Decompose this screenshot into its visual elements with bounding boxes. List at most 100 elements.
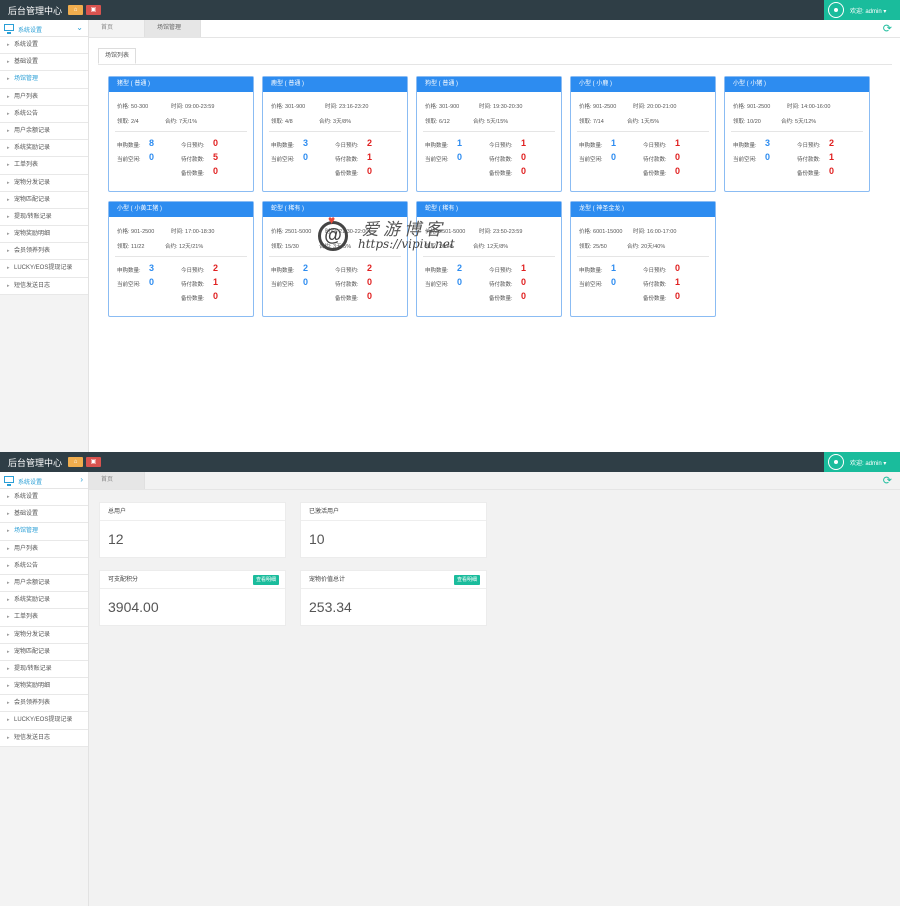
- user-menu[interactable]: 欢迎: admin ▾: [824, 452, 900, 472]
- view-details-button[interactable]: 查看明细: [252, 575, 279, 585]
- label-backup: 备份数量:: [643, 171, 667, 177]
- card-divider: [577, 131, 709, 132]
- sidebar-item[interactable]: 基础设置: [0, 54, 88, 72]
- label-unpaid: 待付款数:: [489, 282, 513, 288]
- subtab-venue-list[interactable]: 场馆列表: [98, 48, 137, 64]
- user-menu[interactable]: 欢迎: admin ▾: [824, 0, 900, 20]
- view-details-button[interactable]: 查看明细: [453, 575, 480, 585]
- sidebar-item[interactable]: 宠物分发记录: [0, 626, 88, 644]
- card-contract: 合约: 3天/8%: [319, 119, 352, 125]
- card-title: 猪型 ( 普通 ): [109, 77, 253, 92]
- label-idle: 当前空闲:: [425, 282, 449, 288]
- sidebar-item[interactable]: 工单列表: [0, 157, 88, 175]
- sidebar: 系统设置 › 系统设置基础设置场馆管理用户列表系统公告用户余额记录系统奖励记录工…: [0, 472, 89, 906]
- monitor-icon: [4, 24, 14, 34]
- sidebar-item[interactable]: 系统奖励记录: [0, 140, 88, 158]
- card-price: 价格: 901-2500: [579, 104, 617, 110]
- count-purchase: 1: [457, 138, 463, 148]
- sidebar-item[interactable]: 用户余额记录: [0, 574, 88, 593]
- label-backup: 备份数量:: [335, 171, 359, 177]
- sidebar-item[interactable]: 会员领养列表: [0, 695, 88, 713]
- sidebar-item[interactable]: 提现/转账记录: [0, 660, 88, 679]
- sidebar-item[interactable]: 用户余额记录: [0, 122, 88, 141]
- sidebar-item[interactable]: 工单列表: [0, 609, 88, 627]
- stat-title: 可支配积分 查看明细: [100, 571, 285, 589]
- card-title: 龙型 ( 神圣金龙 ): [571, 202, 715, 217]
- count-backup: 0: [367, 291, 373, 301]
- chevron-down-icon[interactable]: ⌄: [76, 23, 83, 32]
- lock-icon[interactable]: ▣: [86, 5, 101, 15]
- sidebar-item[interactable]: 系统公告: [0, 557, 88, 575]
- sidebar-item[interactable]: 短信发送日志: [0, 277, 88, 295]
- count-idle: 0: [303, 277, 309, 287]
- tab-venue[interactable]: 场馆管理: [145, 20, 201, 37]
- sidebar-item[interactable]: LUCKY/EOS提现记录: [0, 712, 88, 730]
- count-today: 2: [213, 263, 219, 273]
- sidebar-item[interactable]: 系统奖励记录: [0, 592, 88, 610]
- card-claim: 领取: 7/14: [579, 119, 604, 125]
- count-unpaid: 0: [521, 277, 527, 287]
- home-icon[interactable]: ⌂: [68, 5, 83, 15]
- label-today: 今日预约:: [181, 268, 205, 274]
- label-idle: 当前空闲:: [117, 157, 141, 163]
- stat-title: 总用户: [100, 503, 285, 521]
- chevron-right-icon[interactable]: ›: [80, 475, 83, 484]
- refresh-icon[interactable]: ⟳: [883, 474, 892, 487]
- count-idle: 0: [611, 152, 617, 162]
- count-idle: 0: [765, 152, 771, 162]
- lock-icon[interactable]: ▣: [86, 457, 101, 467]
- sidebar-item[interactable]: 宠物匹配记录: [0, 643, 88, 661]
- sidebar-item[interactable]: 用户列表: [0, 540, 88, 558]
- sidebar-item[interactable]: 基础设置: [0, 506, 88, 524]
- card-divider: [115, 256, 247, 257]
- card-divider: [577, 256, 709, 257]
- count-purchase: 3: [303, 138, 309, 148]
- sidebar-item[interactable]: 系统公告: [0, 105, 88, 123]
- label-purchase: 申购数量:: [733, 143, 757, 149]
- tab-home[interactable]: 首页: [89, 472, 145, 489]
- card-claim: 领取: 4/8: [271, 119, 293, 125]
- label-backup: 备份数量:: [181, 296, 205, 302]
- home-icon[interactable]: ⌂: [68, 457, 83, 467]
- label-backup: 备份数量:: [181, 171, 205, 177]
- sidebar-item[interactable]: LUCKY/EOS提现记录: [0, 260, 88, 278]
- sidebar-item[interactable]: 会员领养列表: [0, 243, 88, 261]
- label-purchase: 申购数量:: [117, 268, 141, 274]
- card-time: 时间: 19:30-20:30: [479, 104, 523, 110]
- stat-title: 已激活用户: [301, 503, 486, 521]
- card-time: 时间: 20:00-21:00: [633, 104, 677, 110]
- card-contract: 合约: 20天/40%: [627, 244, 666, 250]
- sidebar-header[interactable]: 系统设置 ›: [0, 472, 88, 489]
- count-unpaid: 1: [367, 152, 373, 162]
- stat-card: 已激活用户 10: [300, 502, 487, 558]
- label-purchase: 申购数量:: [579, 143, 603, 149]
- label-purchase: 申购数量:: [579, 268, 603, 274]
- card-contract: 合约: 1天/5%: [627, 119, 660, 125]
- sidebar-item[interactable]: 系统设置: [0, 489, 88, 507]
- sidebar-item[interactable]: 宠物奖励明细: [0, 678, 88, 696]
- sidebar-item[interactable]: 用户列表: [0, 88, 88, 106]
- card-contract: 合约: 12天/21%: [165, 244, 204, 250]
- label-backup: 备份数量:: [643, 296, 667, 302]
- sidebar-header[interactable]: 系统设置 ⌄: [0, 20, 88, 37]
- label-today: 今日预约:: [797, 143, 821, 149]
- tab-bar: 首页 场馆管理 ⟳: [89, 20, 900, 38]
- card-time: 时间: 17:00-18:30: [171, 229, 215, 235]
- label-purchase: 申购数量:: [271, 143, 295, 149]
- label-idle: 当前空闲:: [271, 282, 295, 288]
- card-title: 小型 ( 小黄工猪 ): [109, 202, 253, 217]
- sidebar-item[interactable]: 宠物奖励明细: [0, 226, 88, 244]
- sidebar-item[interactable]: 系统设置: [0, 37, 88, 55]
- sidebar-item[interactable]: 宠物分发记录: [0, 174, 88, 192]
- count-purchase: 1: [611, 138, 617, 148]
- tab-home[interactable]: 首页: [89, 20, 145, 37]
- label-today: 今日预约:: [335, 143, 359, 149]
- card-claim: 领取: 11/22: [117, 244, 145, 250]
- refresh-icon[interactable]: ⟳: [883, 22, 892, 35]
- sidebar-item[interactable]: 场馆管理: [0, 71, 88, 89]
- sidebar-item[interactable]: 宠物匹配记录: [0, 191, 88, 209]
- sidebar-item[interactable]: 提现/转账记录: [0, 208, 88, 227]
- sidebar-item[interactable]: 短信发送日志: [0, 729, 88, 747]
- venue-card: 小型 ( 小猪 ) 价格: 901-2500 时间: 14:00-16:00 领取: …: [724, 76, 870, 192]
- sidebar-item[interactable]: 场馆管理: [0, 523, 88, 541]
